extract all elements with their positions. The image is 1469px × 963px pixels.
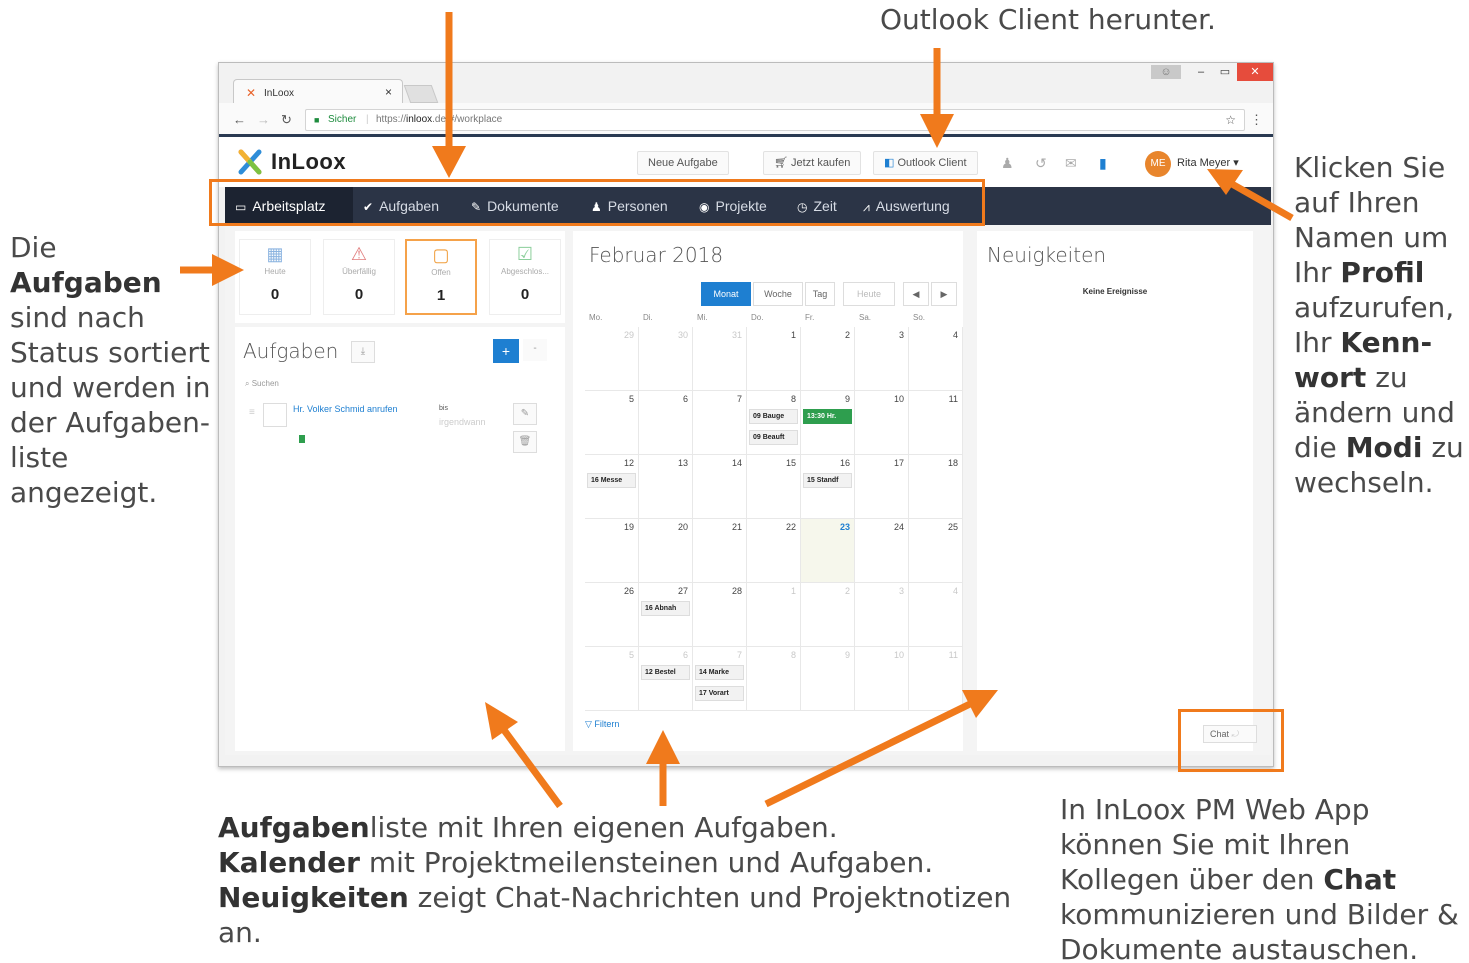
arrow-to-tasklist: [501, 727, 563, 809]
arrow-to-outlook-head: [920, 114, 954, 148]
arrow-to-news: [764, 700, 972, 808]
arrow-to-tasklist-head: [485, 702, 518, 740]
arrow-to-stats-head: [212, 254, 244, 286]
arrow-to-calendar-head: [646, 730, 680, 764]
arrow-to-user: [1230, 180, 1294, 222]
annotation-arrows: [180, 12, 1294, 809]
arrow-to-nav-head: [432, 146, 466, 178]
